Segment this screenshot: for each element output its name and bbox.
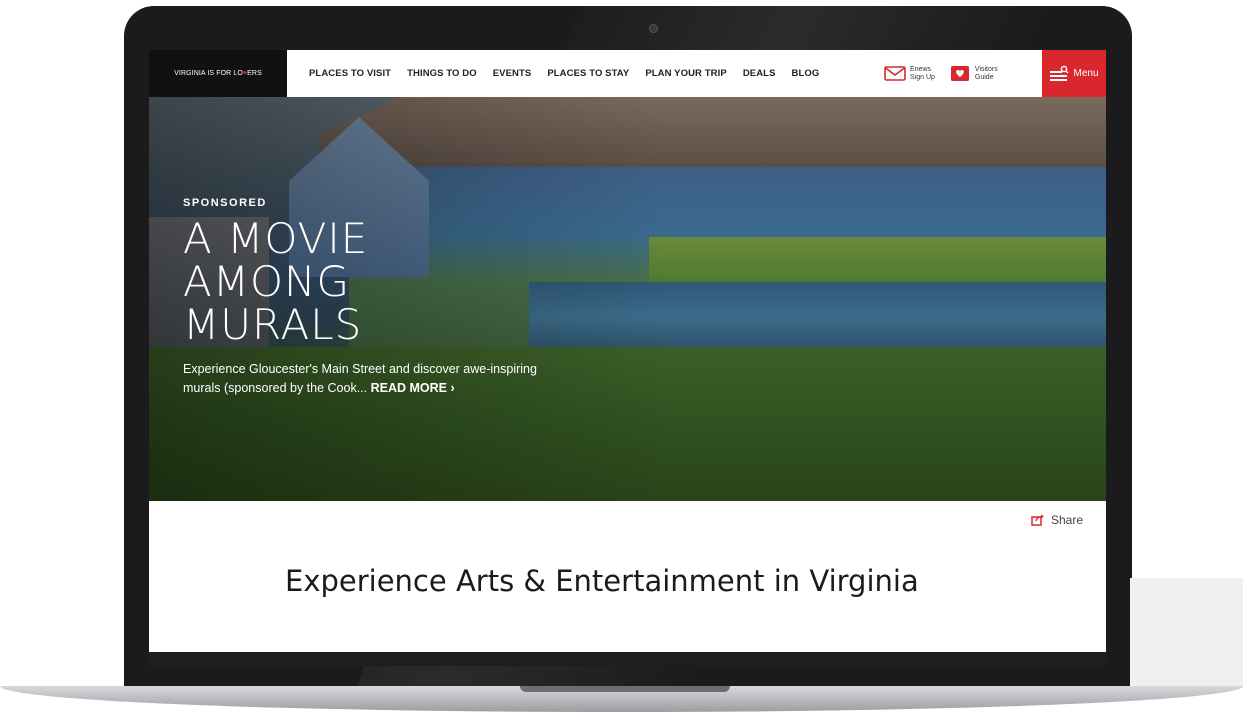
share-button[interactable]: Share bbox=[1031, 513, 1083, 527]
read-more-link[interactable]: READ MORE › bbox=[371, 381, 455, 395]
section-title: Experience Arts & Entertainment in Virgi… bbox=[285, 564, 919, 598]
header-tools: Enews Sign Up Visitors Guide bbox=[884, 50, 1012, 97]
share-icon bbox=[1031, 514, 1044, 526]
laptop-notch bbox=[520, 686, 730, 692]
site-header: VIRGINIA IS FOR LO♥ERS PLACES TO VISIT T… bbox=[149, 50, 1106, 97]
desk-surface bbox=[1130, 578, 1243, 688]
main-nav: PLACES TO VISIT THINGS TO DO EVENTS PLAC… bbox=[309, 50, 835, 97]
nav-places-to-visit[interactable]: PLACES TO VISIT bbox=[309, 68, 391, 79]
visitors-guide-button[interactable]: Visitors Guide bbox=[949, 65, 998, 82]
nav-deals[interactable]: DEALS bbox=[743, 68, 776, 79]
menu-search-icon bbox=[1050, 65, 1069, 81]
menu-label: Menu bbox=[1073, 68, 1099, 79]
enews-signup-button[interactable]: Enews Sign Up bbox=[884, 65, 935, 82]
laptop-chin bbox=[149, 652, 1106, 666]
hero-description: Experience Gloucester's Main Street and … bbox=[183, 362, 537, 395]
share-label: Share bbox=[1051, 513, 1084, 527]
browser-screen: VIRGINIA IS FOR LO♥ERS PLACES TO VISIT T… bbox=[149, 50, 1106, 652]
nav-blog[interactable]: BLOG bbox=[792, 68, 820, 79]
envelope-icon bbox=[884, 66, 906, 81]
hero-kicker: SPONSORED bbox=[183, 197, 267, 209]
hero-mural-marsh bbox=[649, 237, 1106, 282]
hero-copy: SPONSORED A MOVIE AMONG MURALS Experienc… bbox=[183, 197, 563, 398]
guide-book-icon bbox=[950, 66, 969, 81]
hero-banner[interactable]: SPONSORED A MOVIE AMONG MURALS Experienc… bbox=[149, 97, 1106, 501]
nav-things-to-do[interactable]: THINGS TO DO bbox=[407, 68, 477, 79]
menu-button[interactable]: Menu bbox=[1042, 50, 1106, 97]
hero-title: A MOVIE AMONG MURALS bbox=[183, 214, 369, 349]
nav-events[interactable]: EVENTS bbox=[493, 68, 532, 79]
nav-places-to-stay[interactable]: PLACES TO STAY bbox=[547, 68, 629, 79]
nav-plan-your-trip[interactable]: PLAN YOUR TRIP bbox=[645, 68, 726, 79]
site-logo[interactable]: VIRGINIA IS FOR LO♥ERS bbox=[149, 50, 287, 97]
camera-icon bbox=[649, 24, 658, 33]
